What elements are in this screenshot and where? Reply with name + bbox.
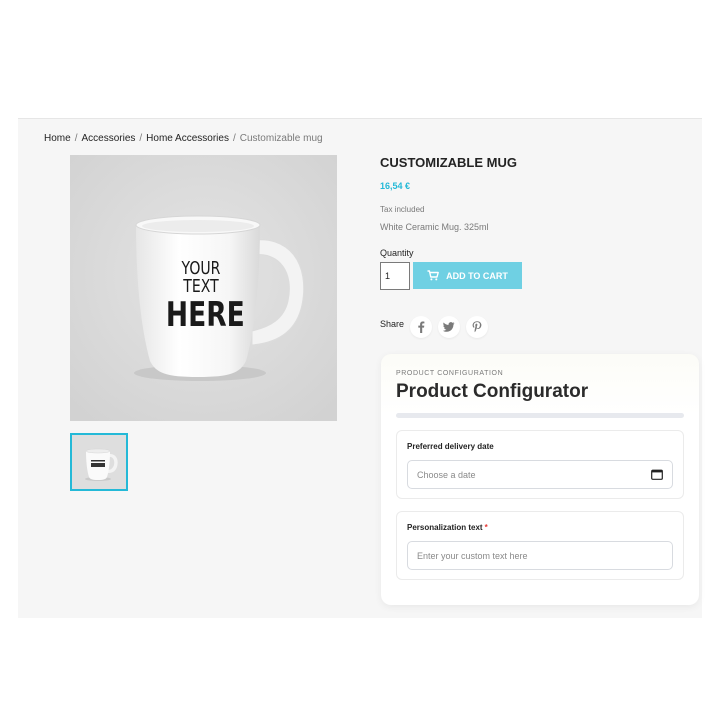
quantity-label: Quantity [380, 248, 414, 258]
required-marker: * [484, 523, 488, 532]
mug-thumbnail-image [72, 435, 126, 489]
breadcrumb-separator: / [139, 133, 143, 144]
mug-text-line2: HERE [165, 295, 245, 335]
product-configurator-panel: PRODUCT CONFIGURATION Product Configurat… [381, 354, 699, 605]
delivery-date-card: Preferred delivery date Choose a date [396, 430, 684, 499]
configurator-title: Product Configurator [396, 381, 589, 402]
add-to-cart-label: ADD TO CART [446, 270, 508, 281]
mug-print-text: YOUR TEXT HERE [165, 258, 245, 335]
twitter-icon[interactable] [438, 316, 460, 338]
breadcrumb-separator: / [232, 133, 236, 144]
quantity-input[interactable] [380, 262, 410, 290]
mug-text-line1: YOUR TEXT [181, 258, 221, 297]
breadcrumb-home-accessories[interactable]: Home Accessories [146, 133, 229, 144]
personalization-text-placeholder: Enter your custom text here [417, 550, 528, 561]
product-page: Home / Accessories / Home Accessories / Custom… [18, 118, 702, 618]
product-main-image[interactable]: YOUR TEXT HERE [70, 155, 337, 421]
calendar-icon[interactable] [651, 469, 663, 480]
personalization-text-input[interactable]: Enter your custom text here [407, 541, 673, 570]
share-label: Share [380, 319, 405, 329]
configurator-progress-bar [396, 413, 684, 418]
product-price: 16,54 € [380, 181, 411, 191]
delivery-date-placeholder: Choose a date [417, 469, 476, 480]
share-icons [410, 316, 488, 338]
add-to-cart-button[interactable]: ADD TO CART [413, 262, 522, 289]
product-thumbnail[interactable] [70, 433, 128, 491]
personalization-text-label: Personalization text * [407, 523, 488, 532]
product-title: CUSTOMIZABLE MUG [380, 155, 517, 170]
tax-note: Tax included [380, 205, 425, 214]
product-description: White Ceramic Mug. 325ml [380, 222, 489, 232]
pinterest-icon[interactable] [466, 316, 488, 338]
configurator-eyebrow: PRODUCT CONFIGURATION [396, 370, 504, 377]
facebook-icon[interactable] [410, 316, 432, 338]
delivery-date-input[interactable]: Choose a date [407, 460, 673, 489]
cart-icon [427, 270, 439, 281]
breadcrumb-separator: / [74, 133, 78, 144]
breadcrumb-current: Customizable mug [239, 133, 323, 144]
personalization-label-text: Personalization text [407, 523, 483, 532]
breadcrumb-accessories[interactable]: Accessories [81, 133, 135, 144]
delivery-date-label: Preferred delivery date [407, 442, 494, 451]
breadcrumb-home[interactable]: Home [44, 133, 71, 144]
personalization-text-card: Personalization text * Enter your custom … [396, 511, 684, 580]
breadcrumb: Home / Accessories / Home Accessories / Custom… [44, 133, 323, 144]
